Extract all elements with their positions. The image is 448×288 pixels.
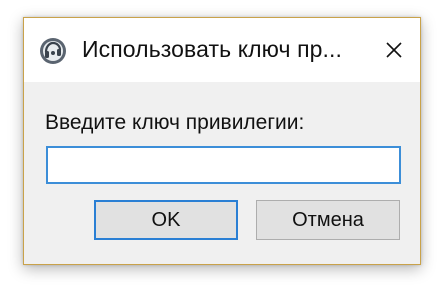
ok-button[interactable]: OK — [94, 200, 238, 240]
prompt-label: Введите ключ привилегии: — [45, 111, 305, 134]
close-button[interactable] — [374, 32, 414, 68]
privilege-key-dialog: Использовать ключ пр... Введите ключ при… — [23, 17, 421, 265]
cancel-button-label: Отмена — [292, 208, 364, 231]
cancel-button[interactable]: Отмена — [256, 200, 400, 240]
privilege-key-input[interactable] — [46, 146, 401, 184]
ok-button-label: OK — [151, 208, 181, 231]
dialog-title: Использовать ключ пр... — [82, 36, 342, 62]
title-bar[interactable]: Использовать ключ пр... — [24, 18, 420, 82]
close-icon — [385, 41, 403, 59]
app-logo-icon — [38, 36, 68, 66]
